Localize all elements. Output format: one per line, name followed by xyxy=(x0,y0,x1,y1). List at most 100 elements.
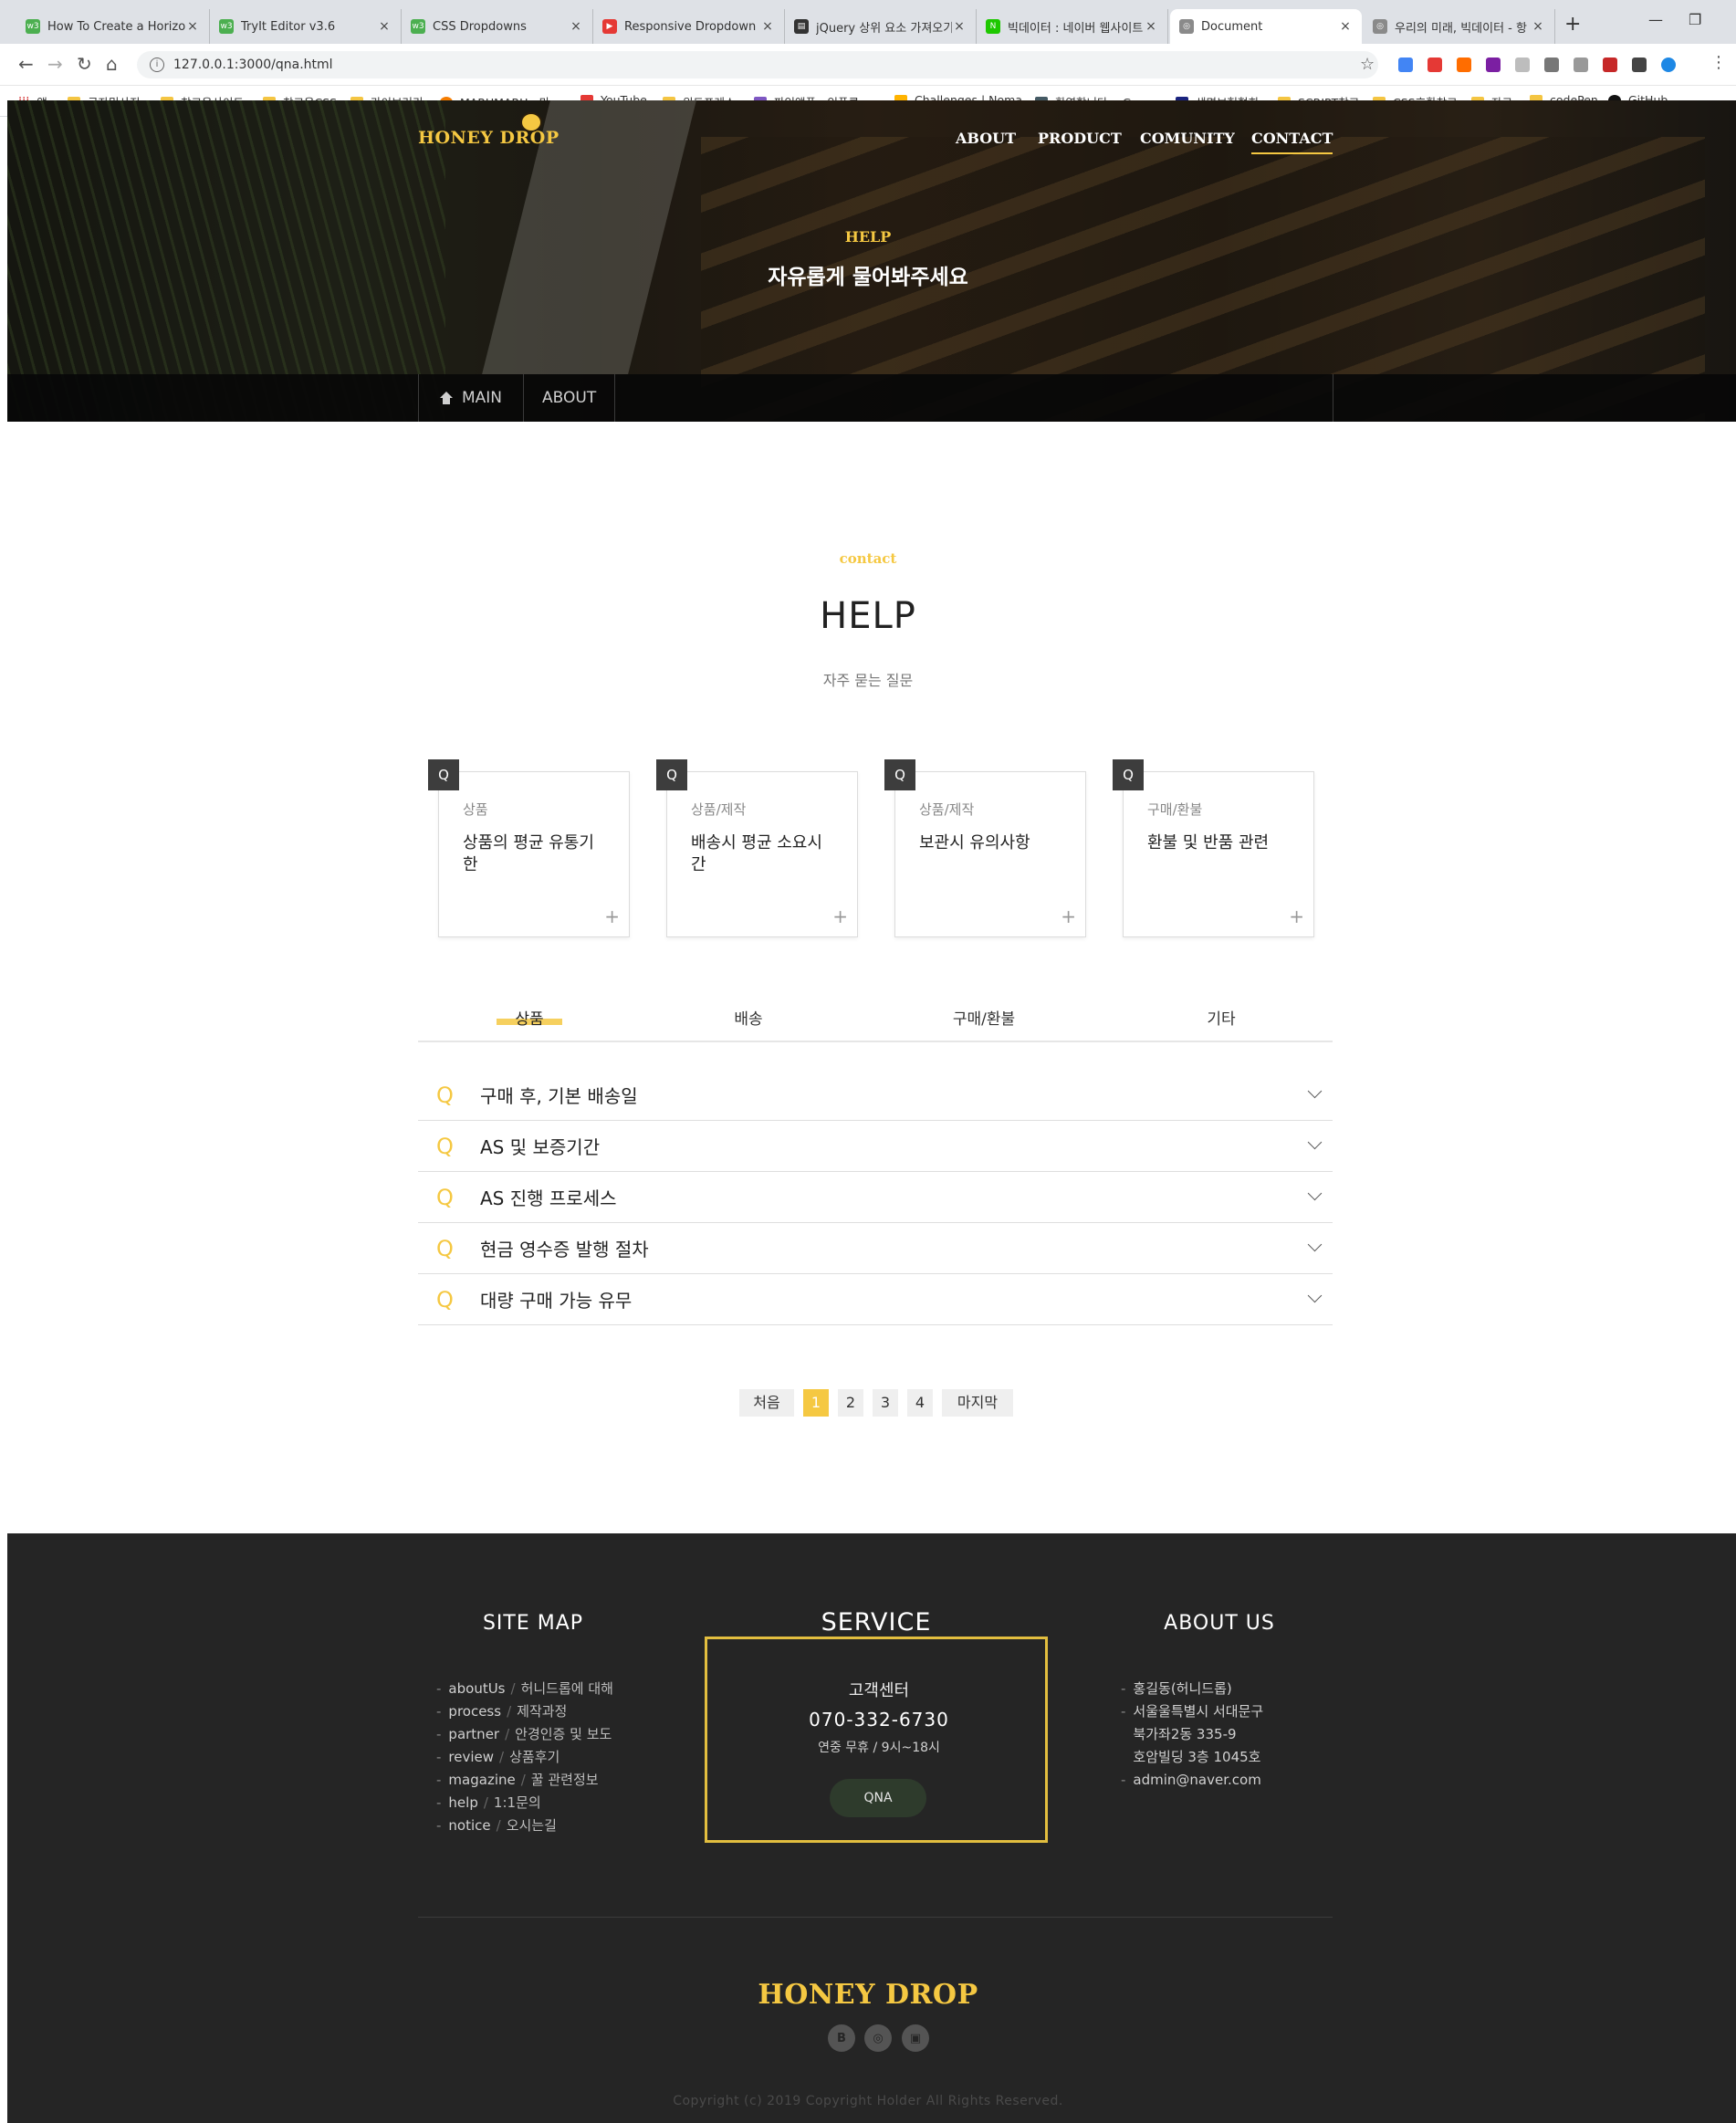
close-tab-icon[interactable]: × xyxy=(952,19,967,34)
sitemap-list: - aboutUs / 허니드롭에 대해 - process / 제작과정 - partner… xyxy=(436,1678,613,1837)
close-tab-icon[interactable]: × xyxy=(569,19,583,34)
breadcrumb-main[interactable]: MAIN xyxy=(422,374,524,422)
sitemap-link[interactable]: - review / 상품후기 xyxy=(436,1746,613,1769)
qna-button[interactable]: QNA xyxy=(830,1779,926,1817)
blog-icon[interactable]: B xyxy=(828,2024,855,2052)
browser-tab[interactable]: ▤ jQuery 상위 요소 가져오기 × xyxy=(785,9,977,44)
sitemap-link[interactable]: - partner / 안경인증 및 보도 xyxy=(436,1723,613,1746)
faq-card[interactable]: Q 상품/제작 배송시 평균 소요시간 + xyxy=(656,759,858,937)
chevron-down-icon[interactable] xyxy=(1296,1237,1333,1252)
info-icon[interactable]: i xyxy=(150,58,164,72)
forward-icon[interactable]: → xyxy=(47,53,63,75)
close-tab-icon[interactable]: × xyxy=(1531,19,1545,34)
service-hours: 연중 무휴 / 9시~18시 xyxy=(818,1741,940,1755)
sitemap-link[interactable]: - notice / 오시는길 xyxy=(436,1814,613,1837)
youtube-icon[interactable]: ▣ xyxy=(902,2024,929,2052)
extension-icon[interactable] xyxy=(1457,58,1471,72)
page-first-button[interactable]: 처음 xyxy=(739,1389,794,1417)
plus-icon[interactable]: + xyxy=(604,907,620,926)
pen-extension-icon[interactable] xyxy=(1632,58,1647,72)
pocket-extension-icon[interactable] xyxy=(1544,58,1559,72)
browser-tab-title: TryIt Editor v3.6 xyxy=(241,19,336,34)
plus-icon[interactable]: + xyxy=(1289,907,1304,926)
q-badge: Q xyxy=(884,759,915,790)
close-tab-icon[interactable]: × xyxy=(1144,19,1158,34)
browser-tab-active[interactable]: ◎ Document × xyxy=(1170,9,1362,44)
page-button[interactable]: 4 xyxy=(907,1389,933,1417)
faq-card[interactable]: Q 구매/환불 환불 및 반품 관련 + xyxy=(1113,759,1314,937)
page-button[interactable]: 3 xyxy=(873,1389,898,1417)
browser-tab[interactable]: ◎ 우리의 미래, 빅데이터 - 항 × xyxy=(1364,9,1555,44)
breadcrumb-about[interactable]: ABOUT xyxy=(524,374,615,422)
extension-icon[interactable] xyxy=(1515,58,1530,72)
tab-purchase-refund[interactable]: 구매/환불 xyxy=(911,1006,1057,1029)
nav-contact[interactable]: CONTACT xyxy=(1251,130,1333,154)
faq-question: 구매 후, 기본 배송일 xyxy=(480,1085,638,1107)
browser-tab[interactable]: w3 CSS Dropdowns × xyxy=(402,9,593,44)
youtube-icon: ▶ xyxy=(602,19,617,34)
faq-card[interactable]: Q 상품/제작 보관시 유의사항 + xyxy=(884,759,1086,937)
close-tab-icon[interactable]: × xyxy=(760,19,775,34)
plus-icon[interactable]: + xyxy=(832,907,848,926)
tab-label: 구매/환불 xyxy=(952,1010,1016,1029)
page-last-button[interactable]: 마지막 xyxy=(942,1389,1013,1417)
faq-item[interactable]: Q 구매 후, 기본 배송일 xyxy=(418,1070,1333,1121)
extension-icon[interactable] xyxy=(1574,58,1588,72)
reload-icon[interactable]: ↻ xyxy=(77,53,92,75)
about-email[interactable]: - admin@naver.com xyxy=(1121,1769,1263,1792)
browser-toolbar: ← → ↻ ⌂ i 127.0.0.1:3000/qna.html ☆ ⋮ xyxy=(0,44,1736,86)
extension-icon[interactable] xyxy=(1427,58,1442,72)
faq-card[interactable]: Q 상품 상품의 평균 유통기한 + xyxy=(428,759,630,937)
extension-icon[interactable] xyxy=(1603,58,1617,72)
restore-icon[interactable]: ❐ xyxy=(1689,11,1701,28)
faq-item[interactable]: Q 대량 구매 가능 유무 xyxy=(418,1274,1333,1325)
onenote-extension-icon[interactable] xyxy=(1486,58,1501,72)
sitemap-link[interactable]: - magazine / 꿀 관련정보 xyxy=(436,1769,613,1792)
address-bar[interactable]: i 127.0.0.1:3000/qna.html xyxy=(137,51,1378,78)
bookmark-star-icon[interactable]: ☆ xyxy=(1360,55,1375,74)
service-box: 고객센터 070-332-6730 연중 무휴 / 9시~18시 QNA xyxy=(705,1637,1048,1843)
globe-icon: ◎ xyxy=(1373,19,1387,34)
faq-item[interactable]: Q AS 진행 프로세스 xyxy=(418,1172,1333,1223)
breadcrumb-label: ABOUT xyxy=(542,389,597,407)
chevron-down-icon[interactable] xyxy=(1296,1288,1333,1303)
faq-item[interactable]: Q 현금 영수증 발행 절차 xyxy=(418,1223,1333,1274)
nav-product[interactable]: PRODUCT xyxy=(1038,130,1122,147)
chevron-down-icon[interactable] xyxy=(1296,1135,1333,1150)
tab-product[interactable]: 상품 xyxy=(456,1006,602,1029)
chevron-down-icon[interactable] xyxy=(1296,1083,1333,1099)
sitemap-ko: 1:1문의 xyxy=(493,1794,541,1811)
back-icon[interactable]: ← xyxy=(18,53,34,75)
nav-comunity[interactable]: COMUNITY xyxy=(1140,130,1235,147)
nav-about[interactable]: ABOUT xyxy=(956,130,1016,147)
page-button-current[interactable]: 1 xyxy=(803,1389,829,1417)
close-tab-icon[interactable]: × xyxy=(377,19,392,34)
close-tab-icon[interactable]: × xyxy=(185,19,200,34)
faq-item[interactable]: Q AS 및 보증기간 xyxy=(418,1121,1333,1172)
page-title: HELP xyxy=(820,595,916,637)
about-line: -북가좌2동 335-9 xyxy=(1121,1723,1263,1746)
tab-etc[interactable]: 기타 xyxy=(1148,1006,1294,1029)
chevron-down-icon[interactable] xyxy=(1296,1186,1333,1201)
menu-icon[interactable]: ⋮ xyxy=(1710,53,1727,72)
plus-icon[interactable]: + xyxy=(1061,907,1076,926)
minimize-icon[interactable]: — xyxy=(1648,11,1663,28)
close-tab-icon[interactable]: × xyxy=(1338,19,1353,34)
sitemap-link[interactable]: - process / 제작과정 xyxy=(436,1700,613,1723)
sitemap-link[interactable]: - help/1:1문의 xyxy=(436,1792,613,1814)
browser-tab[interactable]: w3 TryIt Editor v3.6 × xyxy=(210,9,402,44)
extension-icon[interactable] xyxy=(1661,58,1676,72)
new-tab-button[interactable]: + xyxy=(1564,13,1581,36)
browser-tab[interactable]: N 빅데이터 : 네이버 웹사이트 × xyxy=(977,9,1168,44)
sitemap-link[interactable]: - aboutUs / 허니드롭에 대해 xyxy=(436,1678,613,1700)
browser-tab[interactable]: w3 How To Create a Horizontal × xyxy=(16,9,210,44)
instagram-icon[interactable]: ◎ xyxy=(864,2024,892,2052)
home-icon[interactable]: ⌂ xyxy=(106,53,118,75)
translate-extension-icon[interactable] xyxy=(1398,58,1413,72)
browser-tab[interactable]: ▶ Responsive Dropdown Nav × xyxy=(593,9,785,44)
tab-delivery[interactable]: 배송 xyxy=(675,1006,821,1029)
footer-logo[interactable]: HONEY DROP xyxy=(0,1979,1736,2011)
about-text: 홍길동(허니드롭) xyxy=(1133,1680,1232,1697)
site-logo[interactable]: HONEY DROP xyxy=(418,112,559,148)
page-button[interactable]: 2 xyxy=(838,1389,863,1417)
